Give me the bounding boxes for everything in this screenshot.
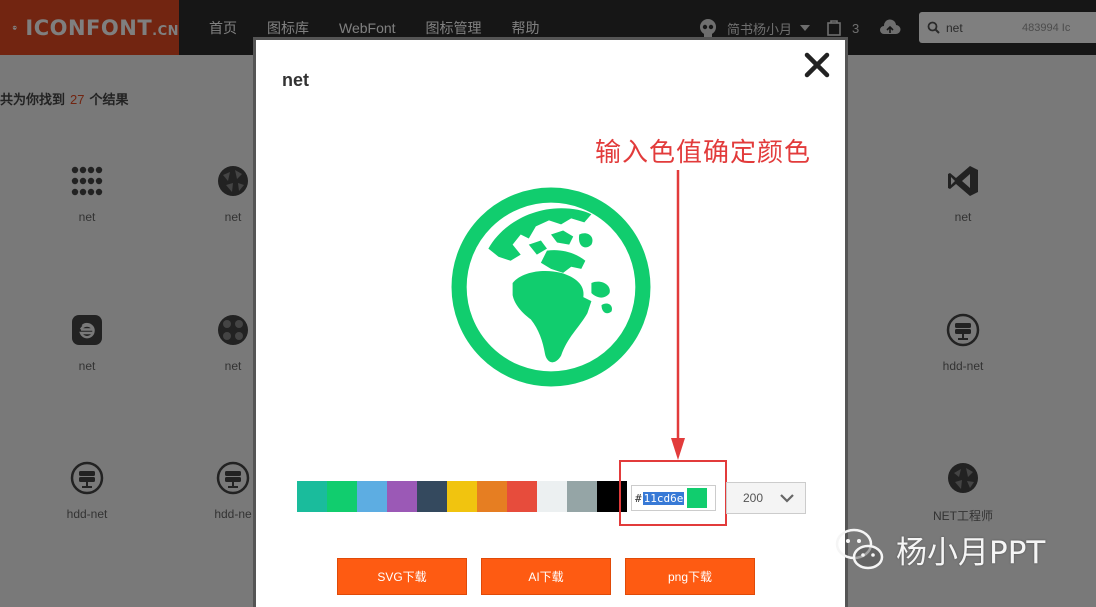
color-swatch[interactable]: [327, 481, 357, 512]
color-preview-swatch: [687, 488, 708, 508]
color-swatch[interactable]: [297, 481, 327, 512]
ai-download-button[interactable]: AI下载: [481, 558, 611, 595]
chevron-down-icon[interactable]: [779, 490, 795, 506]
color-swatch[interactable]: [447, 481, 477, 512]
color-swatch[interactable]: [507, 481, 537, 512]
color-swatch[interactable]: [357, 481, 387, 512]
color-swatch[interactable]: [477, 481, 507, 512]
color-swatch[interactable]: [567, 481, 597, 512]
wechat-icon: [835, 528, 884, 570]
earth-globe-icon: [451, 187, 651, 387]
color-palette: [297, 481, 627, 512]
size-select[interactable]: 200: [726, 482, 806, 514]
watermark-text: 杨小月PPT: [896, 534, 1046, 571]
png-download-button[interactable]: png下载: [625, 558, 755, 595]
color-hex-input[interactable]: # 11cd6e: [631, 485, 716, 511]
icon-download-dialog: net 输入色值确定颜色 # 11cd6e 200 SVG下载 AI下载 png…: [253, 37, 848, 607]
annotation-arrow: [671, 170, 685, 460]
hex-value[interactable]: 11cd6e: [642, 491, 685, 505]
size-value: 200: [743, 491, 764, 505]
color-swatch[interactable]: [417, 481, 447, 512]
color-swatch[interactable]: [537, 481, 567, 512]
svg-download-button[interactable]: SVG下载: [337, 558, 467, 595]
hex-hash: #: [635, 491, 642, 505]
watermark: 杨小月PPT: [832, 524, 1045, 574]
color-swatch[interactable]: [387, 481, 417, 512]
close-icon[interactable]: [802, 50, 832, 80]
annotation-text: 输入色值确定颜色: [595, 138, 812, 168]
dialog-title: net: [282, 70, 309, 90]
